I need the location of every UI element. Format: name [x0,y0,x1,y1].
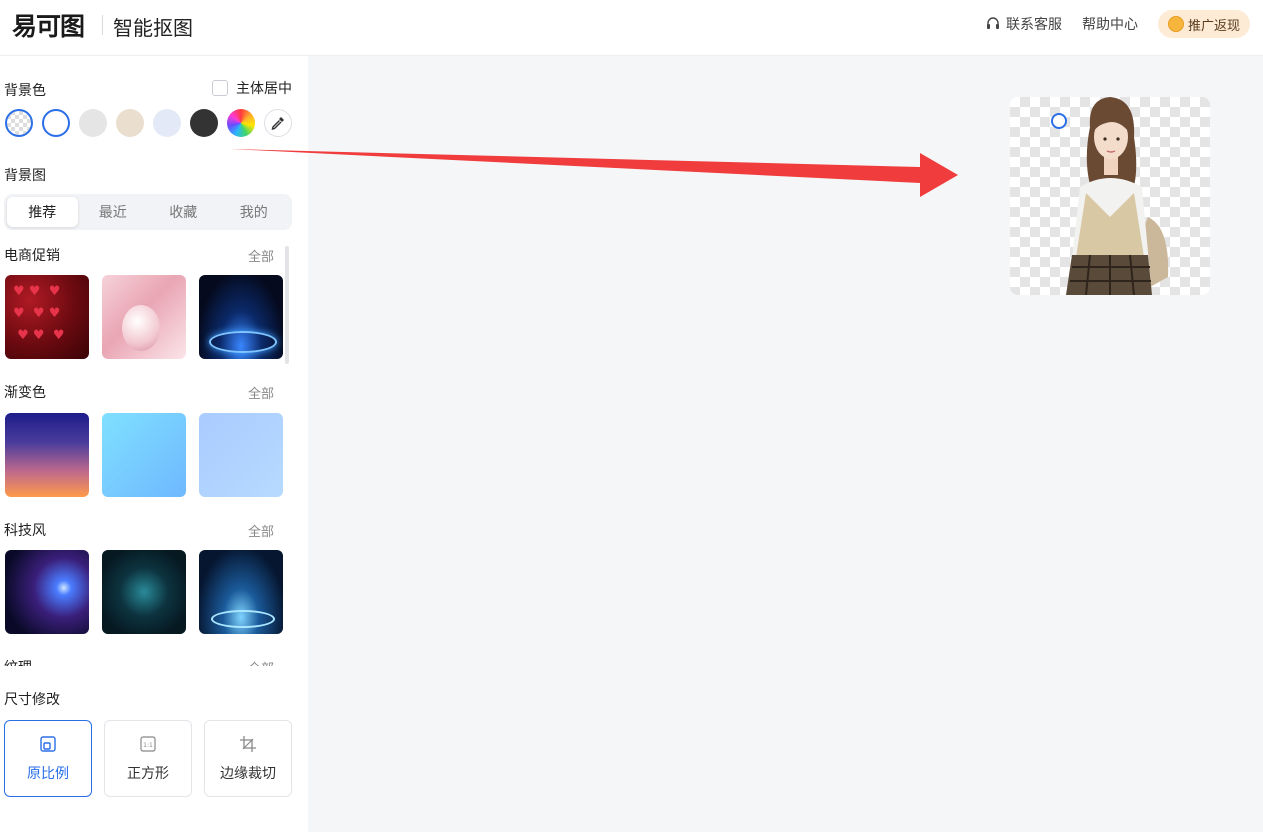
center-subject-checkbox[interactable] [212,80,228,96]
tab-favorites[interactable]: 收藏 [148,197,219,227]
size-original-button[interactable]: 原比例 [4,720,92,797]
swatch-white[interactable] [42,109,70,137]
subject-image [1066,97,1169,295]
promo-label: 推广返现 [1187,18,1240,34]
size-square-label: 正方形 [127,765,169,782]
headset-icon [987,17,999,29]
square-ratio-icon: 1:1 [140,735,156,752]
see-all-link[interactable]: 全部 [248,246,274,265]
custom-color-icon[interactable] [227,109,255,137]
swatch-beige[interactable] [116,109,144,137]
help-center-link[interactable]: 帮助中心 [1082,14,1138,34]
bg-thumb-pink-room[interactable] [102,275,186,359]
tab-recent[interactable]: 最近 [78,197,149,227]
help-center-label: 帮助中心 [1082,17,1138,33]
color-swatches [5,109,292,137]
size-options: 原比例 1:1 正方形 边缘裁切 [4,720,292,797]
original-ratio-icon [40,735,56,752]
size-square-button[interactable]: 1:1 正方形 [104,720,192,797]
category-thumbs [5,413,283,497]
coin-icon [1167,16,1184,32]
swatch-light-gray[interactable] [79,109,107,137]
contact-support-label: 联系客服 [1006,17,1062,33]
bg-thumb-gradient-sunset[interactable] [5,413,89,497]
promo-button[interactable]: 推广返现 [1158,10,1250,38]
eyedropper-icon[interactable] [264,109,292,137]
bg-color-label: 背景色 [4,83,46,99]
tab-recommended[interactable]: 推荐 [7,197,78,227]
category-label: 电商促销 [4,248,60,264]
logo[interactable]: 易可图 [12,10,85,41]
header-divider [102,15,103,35]
category-thumbs [5,275,283,359]
bg-thumb-tech-light[interactable] [5,550,89,634]
size-original-label: 原比例 [27,765,69,782]
crop-icon [240,735,256,752]
category-label: 渐变色 [4,385,46,401]
category-label: 纹理 [4,657,32,666]
size-crop-label: 边缘裁切 [220,765,276,782]
bg-thumb-hearts[interactable] [5,275,89,359]
svg-text:1:1: 1:1 [143,742,153,749]
page-title: 智能抠图 [113,16,193,40]
swatch-transparent[interactable] [5,109,33,137]
bg-thumb-stage[interactable] [199,275,283,359]
bg-thumb-gradient-cyan[interactable] [102,413,186,497]
see-all-link[interactable]: 全部 [248,383,274,402]
bg-thumb-tech-particles[interactable] [102,550,186,634]
category-label: 科技风 [4,523,46,539]
scrollbar[interactable] [285,246,289,364]
see-all-link[interactable]: 全部 [248,658,274,666]
bg-thumb-gradient-blue[interactable] [199,413,283,497]
drag-handle[interactable] [1051,113,1067,129]
top-header: 易可图 智能抠图 联系客服 帮助中心 推广返现 [0,0,1263,56]
cutout-preview[interactable] [1010,97,1210,295]
contact-support-link[interactable]: 联系客服 [985,14,1062,34]
center-subject-toggle[interactable]: 主体居中 [212,78,292,98]
bg-thumb-tech-portal[interactable] [199,550,283,634]
size-crop-button[interactable]: 边缘裁切 [204,720,292,797]
center-subject-label: 主体居中 [236,81,292,97]
see-all-link[interactable]: 全部 [248,521,274,540]
logo-text: 易可图 [12,12,85,41]
size-label: 尺寸修改 [4,692,60,708]
annotation-arrow [230,149,958,197]
swatch-light-blue[interactable] [153,109,181,137]
swatch-dark[interactable] [190,109,218,137]
bg-image-list[interactable]: 电商促销 全部 渐变色 全部 科技风 全部 纹理 全部 [0,241,300,666]
category-thumbs [5,550,283,634]
bg-image-label: 背景图 [4,168,46,184]
